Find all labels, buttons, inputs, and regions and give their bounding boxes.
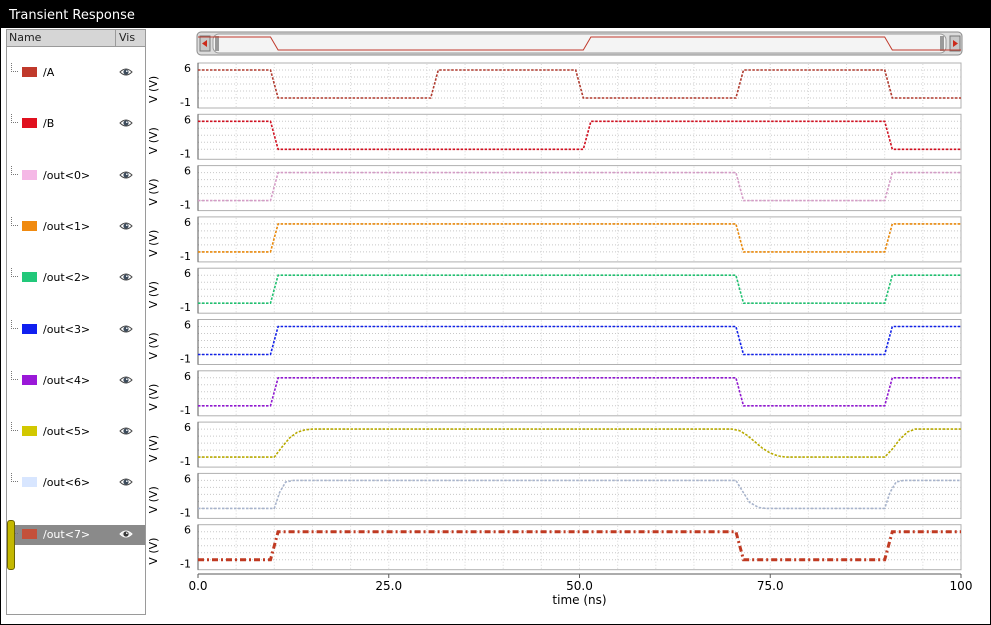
signal-list-panel: Name Vis /A/B/out<0> /out<1> /out<2> /out<3… bbox=[6, 29, 146, 615]
visibility-eye-icon[interactable] bbox=[119, 323, 133, 335]
y-tick-label: -1 bbox=[180, 506, 191, 519]
tree-connector bbox=[11, 473, 18, 483]
y-tick-label: -1 bbox=[180, 147, 191, 160]
y-tick-label: -1 bbox=[180, 96, 191, 109]
signal-color-swatch[interactable] bbox=[22, 528, 37, 539]
signal-color-swatch[interactable] bbox=[22, 118, 37, 129]
signal-name-label: /out<7> bbox=[43, 527, 91, 541]
y-tick-label: 6 bbox=[184, 472, 191, 485]
y-tick-label: 6 bbox=[184, 216, 191, 229]
tree-connector bbox=[11, 370, 18, 380]
scroll-thumb-right-handle[interactable] bbox=[940, 36, 944, 51]
visibility-eye-icon[interactable] bbox=[119, 117, 133, 129]
signal-color-swatch[interactable] bbox=[22, 323, 37, 334]
signal-name-label: /out<6> bbox=[43, 476, 91, 490]
signal-row[interactable]: /out<1> bbox=[7, 216, 145, 237]
window-title: Transient Response bbox=[1, 1, 990, 28]
vis-column-header[interactable]: Vis bbox=[119, 31, 135, 44]
signal-name-label: /A bbox=[43, 66, 55, 79]
signal-color-swatch[interactable] bbox=[22, 272, 37, 283]
y-tick-label: -1 bbox=[180, 455, 191, 468]
y-tick-label: 6 bbox=[184, 319, 191, 332]
signal-row[interactable]: /out<4> bbox=[7, 370, 145, 391]
signal-color-swatch[interactable] bbox=[22, 426, 37, 437]
x-tick-label: 25.0 bbox=[375, 579, 402, 593]
signal-row[interactable]: /B bbox=[7, 114, 145, 134]
tree-connector bbox=[11, 114, 18, 124]
y-axis-label: V (V) bbox=[147, 384, 160, 411]
signal-row[interactable]: /out<5> bbox=[7, 422, 145, 442]
y-tick-label: 6 bbox=[184, 370, 191, 383]
y-axis-label: V (V) bbox=[147, 332, 160, 359]
visibility-eye-icon[interactable] bbox=[119, 425, 133, 437]
visibility-eye-icon[interactable] bbox=[119, 476, 133, 488]
tree-connector bbox=[11, 422, 18, 432]
signal-row[interactable]: /out<0> bbox=[7, 165, 145, 186]
visibility-eye-icon[interactable] bbox=[119, 66, 133, 78]
visibility-eye-icon[interactable] bbox=[119, 374, 133, 386]
y-axis-label: V (V) bbox=[147, 127, 160, 154]
y-tick-label: 6 bbox=[184, 113, 191, 126]
visibility-eye-icon[interactable] bbox=[119, 528, 133, 540]
signal-color-swatch[interactable] bbox=[22, 477, 37, 488]
y-axis-label: V (V) bbox=[147, 76, 160, 103]
y-axis-label: V (V) bbox=[147, 178, 160, 205]
y-tick-label: -1 bbox=[180, 301, 191, 314]
y-tick-label: -1 bbox=[180, 250, 191, 263]
y-tick-label: 6 bbox=[184, 421, 191, 434]
visibility-eye-icon[interactable] bbox=[119, 271, 133, 283]
x-tick-label: 100 bbox=[950, 579, 973, 593]
scroll-thumb-left-handle[interactable] bbox=[215, 36, 219, 51]
tree-connector bbox=[11, 216, 18, 226]
x-tick-label: 75.0 bbox=[757, 579, 784, 593]
y-axis-label: V (V) bbox=[147, 538, 160, 565]
y-tick-label: 6 bbox=[184, 62, 191, 75]
signal-name-label: /out<3> bbox=[43, 322, 91, 336]
transient-response-window: Transient Response Name Vis /A/B/out<0> /… bbox=[0, 0, 991, 625]
visibility-eye-icon[interactable] bbox=[119, 169, 133, 181]
signal-row[interactable]: /out<6> bbox=[7, 473, 145, 493]
y-tick-label: -1 bbox=[180, 199, 191, 212]
signal-row[interactable]: /out<3> bbox=[7, 319, 145, 340]
y-axis-label: V (V) bbox=[147, 281, 160, 308]
signal-name-label: /out<2> bbox=[43, 271, 91, 285]
x-tick-label: 0.0 bbox=[188, 579, 207, 593]
signal-row[interactable]: /out<7> bbox=[7, 524, 145, 545]
column-divider[interactable] bbox=[115, 30, 116, 46]
x-axis-label: time (ns) bbox=[552, 593, 606, 607]
tree-connector bbox=[11, 63, 18, 72]
signal-row[interactable]: /A bbox=[7, 63, 145, 83]
signal-list-header: Name Vis bbox=[7, 30, 145, 47]
y-tick-label: 6 bbox=[184, 267, 191, 280]
signal-color-swatch[interactable] bbox=[22, 67, 37, 77]
y-tick-label: 6 bbox=[184, 524, 191, 537]
visibility-eye-icon[interactable] bbox=[119, 220, 133, 232]
signal-color-swatch[interactable] bbox=[22, 169, 37, 180]
signal-name-label: /out<0> bbox=[43, 168, 91, 182]
signal-name-label: /B bbox=[43, 117, 55, 131]
y-tick-label: 6 bbox=[184, 165, 191, 178]
signal-name-label: /out<1> bbox=[43, 219, 91, 233]
tree-connector bbox=[11, 319, 18, 329]
y-axis-label: V (V) bbox=[147, 486, 160, 513]
signal-name-label: /out<5> bbox=[43, 425, 91, 439]
panel-resize-grip[interactable] bbox=[7, 520, 15, 570]
name-column-header[interactable]: Name bbox=[9, 31, 41, 44]
waveform-chart: 6 -1 V (V) 6 -1 V (V) 6 -1 V (V) 6 -1 V (V) 6 -1 V (V)… bbox=[147, 31, 973, 607]
tree-connector bbox=[11, 165, 18, 175]
y-axis-label: V (V) bbox=[147, 230, 160, 257]
y-axis-label: V (V) bbox=[147, 435, 160, 462]
signal-color-swatch[interactable] bbox=[22, 374, 37, 385]
y-tick-label: -1 bbox=[180, 404, 191, 417]
y-tick-label: -1 bbox=[180, 558, 191, 571]
signal-color-swatch[interactable] bbox=[22, 220, 37, 231]
signal-name-label: /out<4> bbox=[43, 373, 91, 387]
waveform-plot-area: 6 -1 V (V) 6 -1 V (V) 6 -1 V (V) 6 -1 V (V) 6 -1 V (V)… bbox=[147, 29, 990, 619]
x-tick-label: 50.0 bbox=[566, 579, 593, 593]
tree-connector bbox=[11, 268, 18, 278]
y-tick-label: -1 bbox=[180, 353, 191, 366]
signal-row[interactable]: /out<2> bbox=[7, 268, 145, 288]
